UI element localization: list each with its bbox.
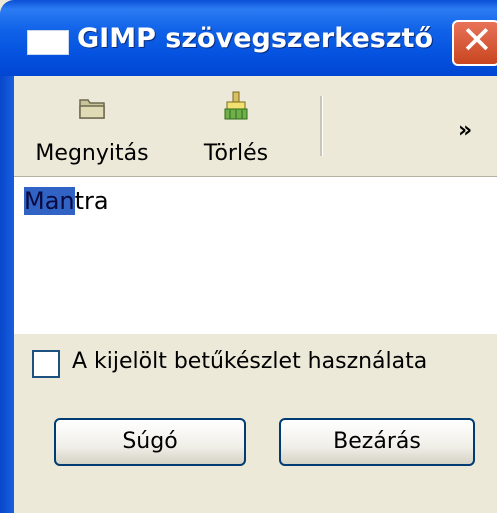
open-button[interactable]: Megnyitás — [32, 86, 152, 171]
unselected-text: tra — [74, 187, 109, 215]
toolbar-overflow-chevron-icon[interactable]: » — [458, 118, 472, 143]
window-icon — [27, 30, 69, 55]
editor-text: Mantra — [24, 187, 109, 215]
help-button[interactable]: Súgó — [54, 418, 246, 466]
folder-icon — [79, 99, 105, 119]
gimp-text-editor-window: GIMP szövegszerkesztő ✕ Megnyitás Törlés — [0, 0, 497, 513]
window-close-button[interactable]: ✕ — [452, 18, 497, 66]
text-editor-area[interactable]: Mantra — [14, 176, 497, 334]
selected-text: Man — [24, 187, 75, 215]
use-selected-font-label[interactable]: A kijelölt betűkészlet használata — [72, 349, 427, 374]
toolbar: Megnyitás Törlés » — [14, 76, 497, 176]
title-bar[interactable]: GIMP szövegszerkesztő ✕ — [0, 0, 497, 76]
use-selected-font-option: A kijelölt betűkészlet használata — [14, 345, 497, 385]
clear-button[interactable]: Törlés — [176, 86, 296, 171]
clear-brush-icon — [224, 91, 248, 120]
open-button-label: Megnyitás — [35, 141, 149, 166]
clear-button-label: Törlés — [203, 141, 269, 166]
help-button-label: Súgó — [122, 429, 178, 454]
close-dialog-button[interactable]: Bezárás — [279, 418, 475, 466]
close-icon: ✕ — [461, 18, 493, 62]
window-border — [0, 76, 14, 513]
use-selected-font-checkbox[interactable] — [32, 350, 60, 378]
close-dialog-button-label: Bezárás — [333, 429, 421, 454]
window-title: GIMP szövegszerkesztő — [77, 23, 434, 54]
toolbar-separator — [320, 96, 323, 156]
